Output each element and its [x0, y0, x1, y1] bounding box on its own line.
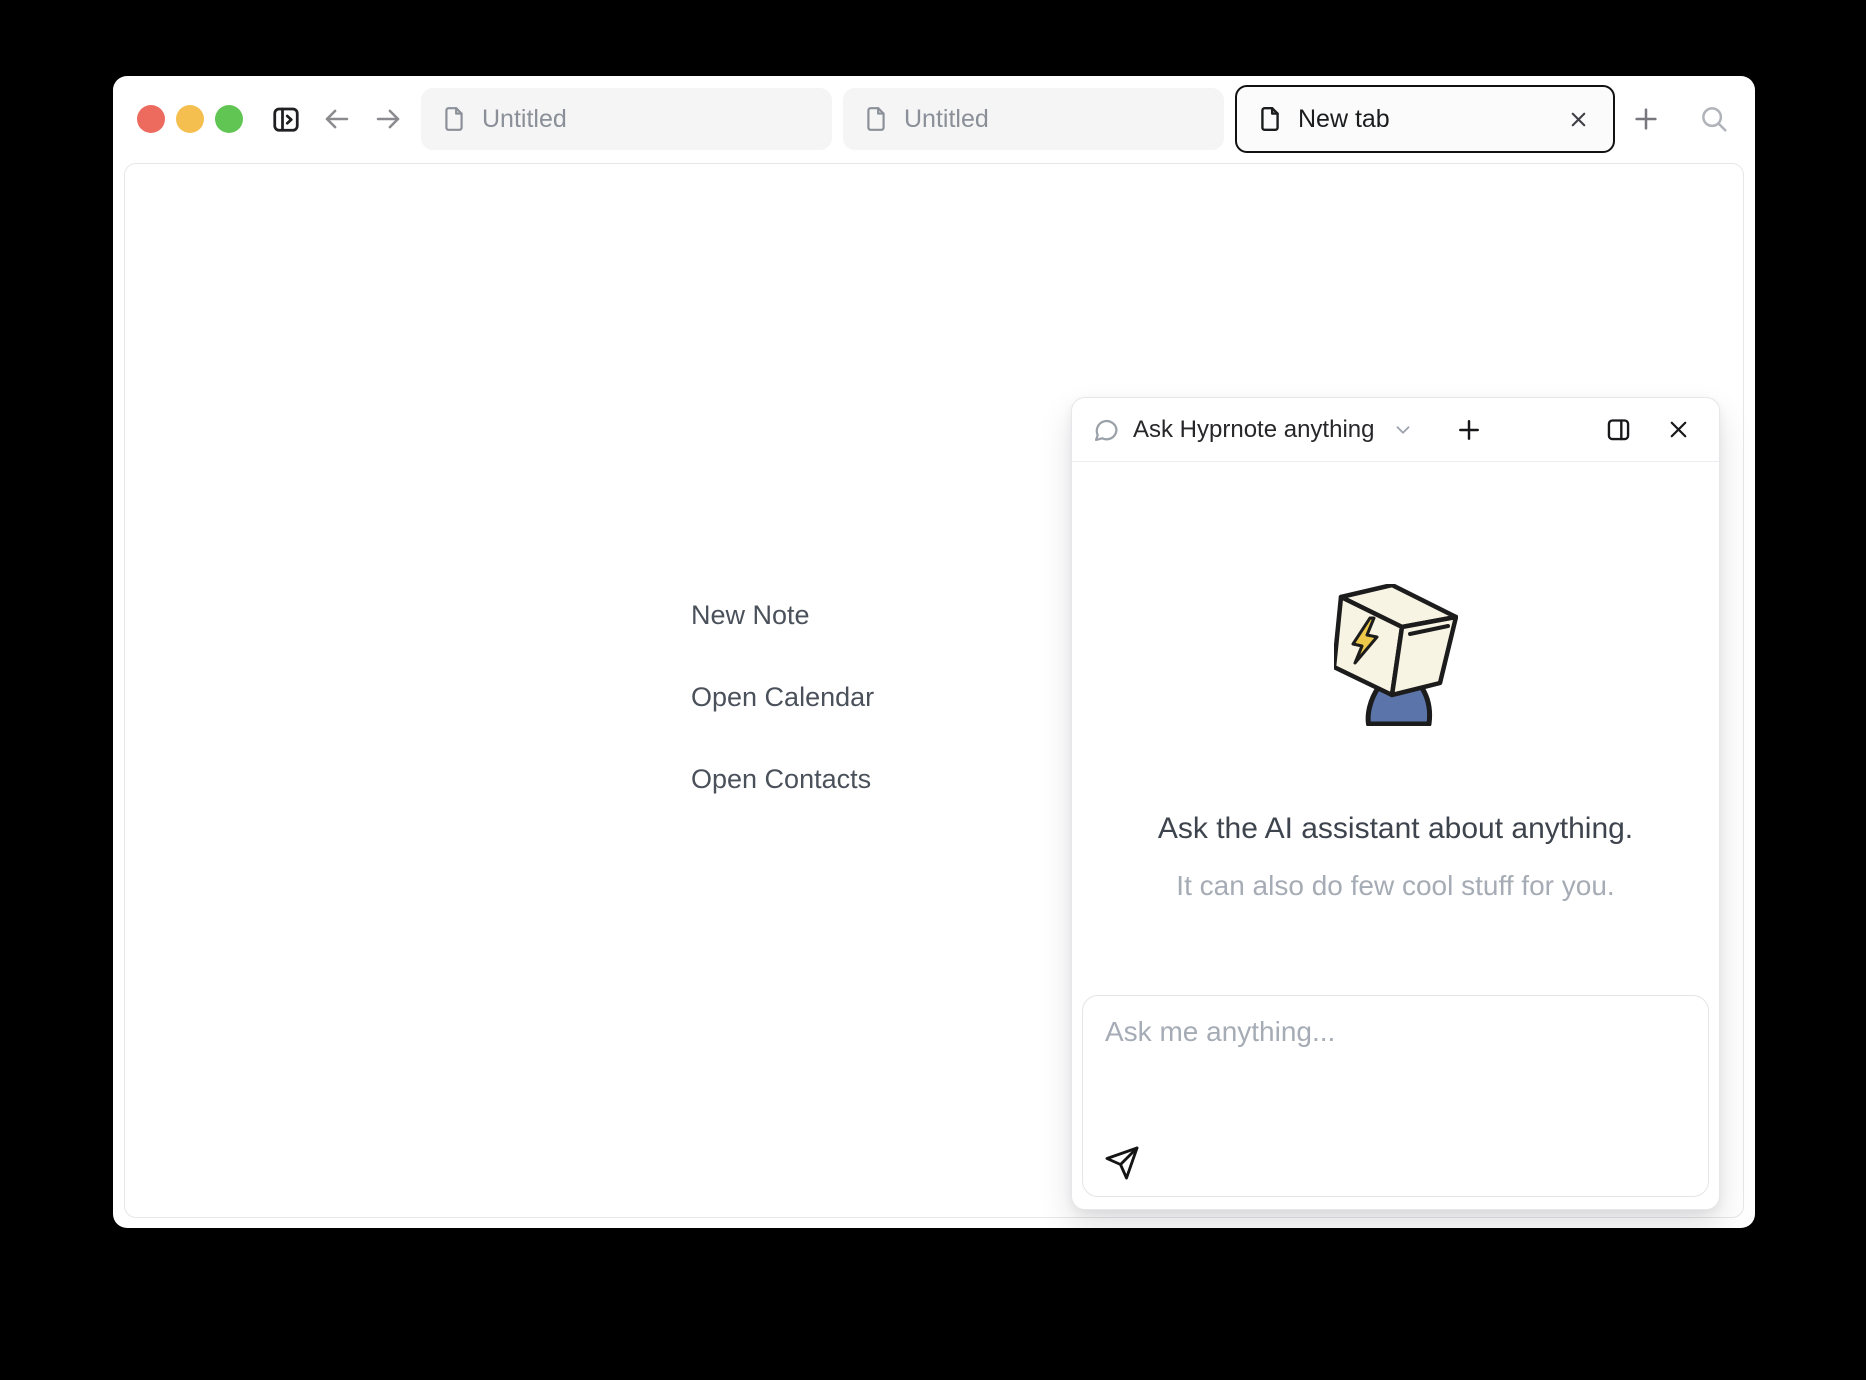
open-calendar-link[interactable]: Open Calendar — [691, 682, 874, 713]
assistant-input-container — [1082, 995, 1709, 1197]
assistant-mascot-illustration — [1334, 584, 1458, 726]
chat-bubble-icon — [1092, 416, 1120, 444]
arrow-left-icon — [322, 104, 352, 134]
assistant-title: Ask Hyprnote anything — [1133, 416, 1374, 444]
send-icon — [1104, 1145, 1140, 1181]
new-chat-button[interactable] — [1452, 413, 1486, 447]
assistant-close-button[interactable] — [1661, 413, 1695, 447]
tab-close-button[interactable] — [1563, 104, 1593, 134]
assistant-header: Ask Hyprnote anything — [1072, 398, 1719, 462]
tab-untitled-2[interactable]: Untitled — [843, 88, 1224, 150]
close-icon — [1666, 417, 1691, 442]
tab-label: New tab — [1298, 105, 1390, 134]
minimize-window-button[interactable] — [176, 105, 204, 133]
nav-controls — [269, 76, 405, 162]
panel-layout-button[interactable] — [1601, 413, 1635, 447]
quick-links: New Note Open Calendar Open Contacts — [691, 600, 874, 795]
tab-strip: Untitled Untitled New tab — [421, 76, 1615, 162]
panel-left-open-icon — [271, 104, 301, 134]
file-icon — [441, 106, 467, 132]
plus-icon — [1455, 416, 1483, 444]
tab-untitled-1[interactable]: Untitled — [421, 88, 832, 150]
assistant-subtext: It can also do few cool stuff for you. — [1176, 870, 1614, 902]
send-button[interactable] — [1101, 1142, 1143, 1184]
panel-right-icon — [1605, 416, 1632, 443]
new-note-link[interactable]: New Note — [691, 600, 810, 631]
tab-bar: Untitled Untitled New tab — [113, 76, 1755, 162]
assistant-headline: Ask the AI assistant about anything. — [1158, 812, 1633, 846]
chevron-down-icon — [1392, 419, 1414, 441]
search-icon — [1699, 104, 1729, 134]
tab-new-tab[interactable]: New tab — [1235, 85, 1615, 153]
assistant-title-dropdown[interactable]: Ask Hyprnote anything — [1092, 416, 1414, 444]
forward-button[interactable] — [371, 102, 405, 136]
sidebar-toggle-button[interactable] — [269, 102, 303, 136]
close-icon — [1567, 108, 1590, 131]
assistant-panel: Ask Hyprnote anything — [1071, 397, 1720, 1210]
assistant-empty-state: Ask the AI assistant about anything. It … — [1072, 462, 1719, 902]
traffic-lights — [137, 76, 243, 162]
app-window: Untitled Untitled New tab — [113, 76, 1755, 1228]
tab-label: Untitled — [904, 105, 989, 134]
back-button[interactable] — [320, 102, 354, 136]
search-button[interactable] — [1697, 102, 1731, 136]
plus-icon — [1631, 104, 1661, 134]
new-tab-button[interactable] — [1629, 102, 1663, 136]
zoom-window-button[interactable] — [215, 105, 243, 133]
file-icon — [863, 106, 889, 132]
tab-label: Untitled — [482, 105, 567, 134]
file-icon — [1257, 106, 1283, 132]
assistant-input[interactable] — [1083, 996, 1708, 1136]
tabbar-actions — [1629, 76, 1731, 162]
close-window-button[interactable] — [137, 105, 165, 133]
arrow-right-icon — [373, 104, 403, 134]
open-contacts-link[interactable]: Open Contacts — [691, 764, 871, 795]
